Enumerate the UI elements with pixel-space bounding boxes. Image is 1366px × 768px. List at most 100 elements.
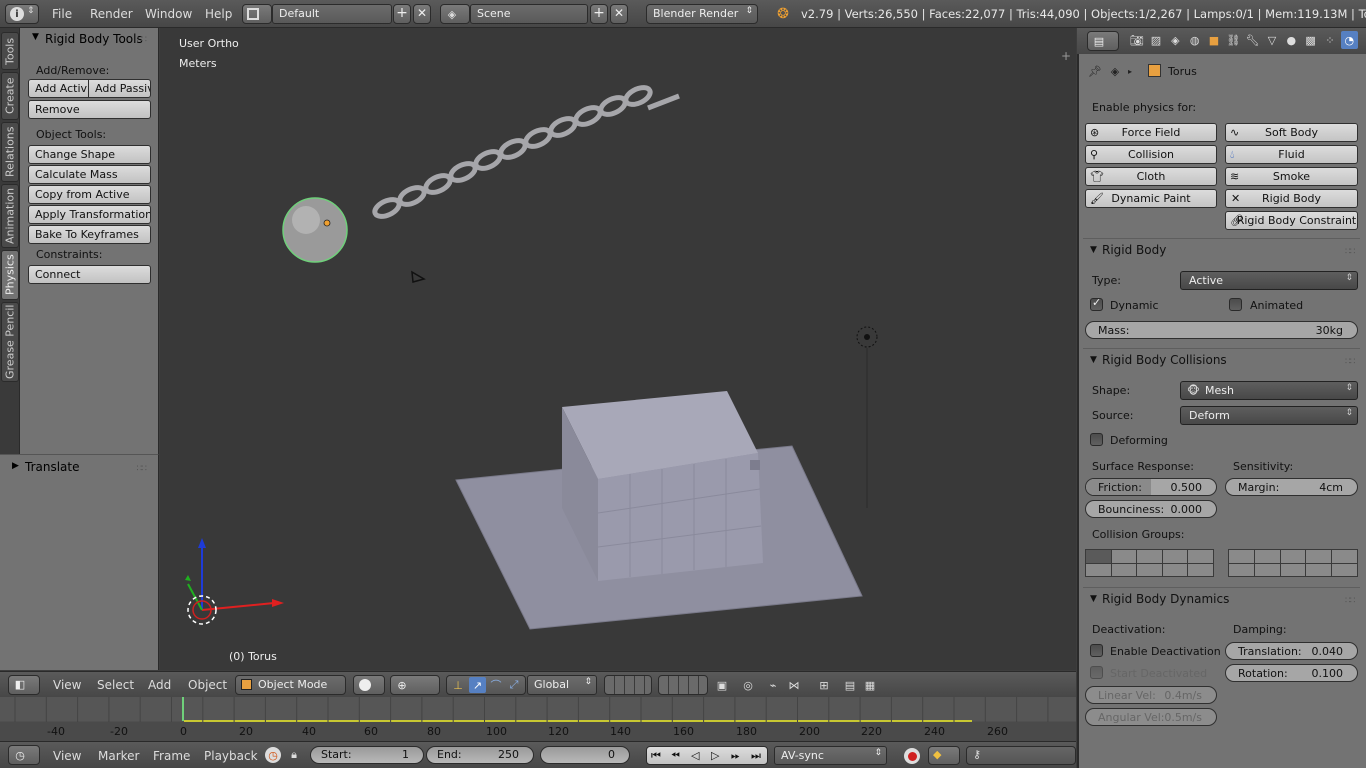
opengl-animation-icon[interactable]: ▦ — [862, 678, 878, 692]
collision-groups-grid-1[interactable] — [1085, 549, 1214, 577]
menu-window[interactable]: Window — [145, 7, 192, 21]
collision-group-cell[interactable] — [1086, 563, 1111, 576]
menu-help[interactable]: Help — [205, 7, 232, 21]
collision-group-cell[interactable] — [1332, 563, 1357, 576]
collision-group-cell[interactable] — [1111, 550, 1137, 563]
bounciness-slider[interactable]: Bounciness: 0.000 — [1085, 500, 1217, 518]
opengl-render-icon[interactable]: ▤ — [842, 678, 858, 692]
rigid-body-panel-title[interactable]: Rigid Body — [1102, 243, 1166, 257]
start-frame-field[interactable]: Start: 1 — [310, 746, 424, 764]
render-layers-tab-icon[interactable]: ▨ — [1147, 31, 1164, 49]
translate-manipulator-icon[interactable]: ↗ — [469, 677, 486, 693]
jump-start-icon[interactable]: ⏮︎ — [651, 749, 661, 763]
collision-group-cell[interactable] — [1086, 550, 1111, 563]
lock-layers-icon[interactable]: ▣ — [714, 678, 730, 692]
panel-grip-icon[interactable]: ∷∷ — [1345, 247, 1355, 257]
collision-group-cell[interactable] — [1229, 550, 1254, 563]
collision-button[interactable]: ⚲ Collision — [1085, 145, 1217, 164]
add-layout-button[interactable]: + — [393, 4, 411, 24]
collision-group-cell[interactable] — [1111, 563, 1137, 576]
collision-group-cell[interactable] — [1162, 563, 1188, 576]
force-field-button[interactable]: ⊛ Force Field — [1085, 123, 1217, 142]
add-scene-button[interactable]: + — [590, 4, 608, 24]
scene-select-button[interactable]: ◈ — [440, 4, 470, 24]
3d-viewport[interactable]: User Ortho Meters (0) Torus + — [160, 28, 1076, 670]
chain-links[interactable] — [372, 84, 680, 220]
tab-grease-pencil[interactable]: Grease Pencil — [1, 302, 19, 382]
pivot-point-select[interactable]: ⊕ — [390, 675, 440, 695]
play-icon[interactable]: ▷ — [711, 749, 719, 762]
translation-damping-slider[interactable]: Translation: 0.040 — [1225, 642, 1358, 660]
delete-layout-button[interactable]: ✕ — [413, 4, 431, 24]
timeline-area[interactable]: -40 -20 0 20 40 60 80 100 120 140 160 18… — [0, 697, 1076, 741]
linear-velocity-field[interactable]: Linear Vel: 0.4m/s — [1085, 686, 1217, 704]
panel-grip-icon[interactable]: ∷∷ — [1345, 357, 1355, 367]
panel-collapse-icon[interactable]: ▼ — [1090, 355, 1097, 365]
connect-button[interactable]: Connect — [28, 265, 151, 284]
scene-name-field[interactable]: Scene — [470, 4, 588, 24]
previous-keyframe-icon[interactable]: ⏪︎ — [671, 749, 680, 763]
friction-slider[interactable]: Friction: 0.500 — [1085, 478, 1217, 496]
render-tab-icon[interactable]: 📷︎ — [1128, 31, 1145, 49]
panel-grip-icon[interactable]: ∷∷ — [137, 35, 148, 45]
current-frame-field[interactable]: 0 — [540, 746, 630, 764]
collision-groups-grid-2[interactable] — [1228, 549, 1358, 577]
particles-tab-icon[interactable]: ⁘ — [1321, 31, 1338, 49]
render-engine-select[interactable]: Blender Render ⇕ — [646, 4, 758, 24]
layer-buttons-2[interactable] — [658, 675, 708, 695]
snap-icon[interactable]: ⌁ — [765, 678, 781, 692]
camera-object[interactable] — [411, 270, 426, 283]
collision-group-cell[interactable] — [1188, 563, 1213, 576]
dynamic-paint-button[interactable]: 🖌︎ Dynamic Paint — [1085, 189, 1217, 208]
collision-group-cell[interactable] — [1280, 563, 1306, 576]
material-tab-icon[interactable]: ● — [1283, 31, 1300, 49]
panel-collapse-icon[interactable]: ▼ — [32, 32, 39, 42]
collision-group-cell[interactable] — [1254, 550, 1280, 563]
rotation-damping-slider[interactable]: Rotation: 0.100 — [1225, 664, 1358, 682]
tab-create[interactable]: Create — [1, 72, 19, 120]
collision-group-cell[interactable] — [1306, 550, 1332, 563]
collision-group-cell[interactable] — [1162, 550, 1188, 563]
panel-grip-icon[interactable]: ∷∷ — [1345, 596, 1355, 606]
collision-group-cell[interactable] — [1254, 563, 1280, 576]
collision-group-cell[interactable] — [1137, 550, 1162, 563]
delete-scene-button[interactable]: ✕ — [610, 4, 628, 24]
jump-end-icon[interactable]: ⏭︎ — [751, 749, 761, 763]
smoke-button[interactable]: ≋ Smoke — [1225, 167, 1358, 186]
rigid-body-type-select[interactable]: Active ⇕ — [1180, 271, 1358, 290]
angular-velocity-field[interactable]: Angular Vel: 0.5m/s — [1085, 708, 1217, 726]
snap-element-icon[interactable]: ⋈ — [786, 678, 802, 692]
timeline-menu-playback[interactable]: Playback — [204, 749, 258, 763]
rigid-body-tools-title[interactable]: Rigid Body Tools — [45, 32, 143, 46]
physics-tab-icon[interactable]: ◔ — [1340, 31, 1358, 49]
layout-name-field[interactable]: Default — [272, 4, 392, 24]
menu-file[interactable]: File — [52, 7, 72, 21]
editor-type-button[interactable]: ◧ — [8, 675, 40, 695]
panel-grip-icon[interactable]: ∷∷ — [137, 464, 148, 474]
screen-layout-button[interactable] — [242, 4, 272, 24]
timeline-menu-view[interactable]: View — [53, 749, 81, 763]
collision-group-cell[interactable] — [1280, 550, 1306, 563]
timeline-menu-frame[interactable]: Frame — [153, 749, 190, 763]
rigid-body-remove-button[interactable]: ✕ Rigid Body — [1225, 189, 1358, 208]
panel-expand-icon[interactable]: ▶ — [12, 461, 19, 471]
lock-icon[interactable]: 🔒︎ — [286, 747, 302, 763]
object-tab-icon[interactable]: ■ — [1205, 31, 1222, 49]
data-tab-icon[interactable]: ▽ — [1263, 31, 1280, 49]
transform-orientation-select[interactable]: Global ⇕ — [527, 675, 597, 695]
animated-checkbox[interactable] — [1229, 298, 1242, 311]
collision-shape-select[interactable]: 🐵︎ Mesh ⇕ — [1180, 381, 1358, 400]
loose-cube[interactable] — [750, 460, 760, 470]
modifiers-tab-icon[interactable]: 🔧︎ — [1244, 31, 1261, 49]
calculate-mass-button[interactable]: Calculate Mass — [28, 165, 151, 184]
play-reverse-icon[interactable]: ◁ — [691, 749, 699, 762]
keying-set-select[interactable]: ◆ — [928, 746, 960, 765]
properties-editor-type-button[interactable]: ▤ — [1087, 31, 1119, 51]
info-editor-type-button[interactable]: i ⇕ — [5, 4, 39, 24]
add-active-button[interactable]: Add Activ — [28, 79, 89, 98]
dynamics-panel-title[interactable]: Rigid Body Dynamics — [1102, 592, 1229, 606]
add-passive-button[interactable]: Add Passiv — [88, 79, 151, 98]
margin-field[interactable]: Margin: 4cm — [1225, 478, 1358, 496]
panel-collapse-icon[interactable]: ▼ — [1090, 594, 1097, 604]
menu-render[interactable]: Render — [90, 7, 133, 21]
